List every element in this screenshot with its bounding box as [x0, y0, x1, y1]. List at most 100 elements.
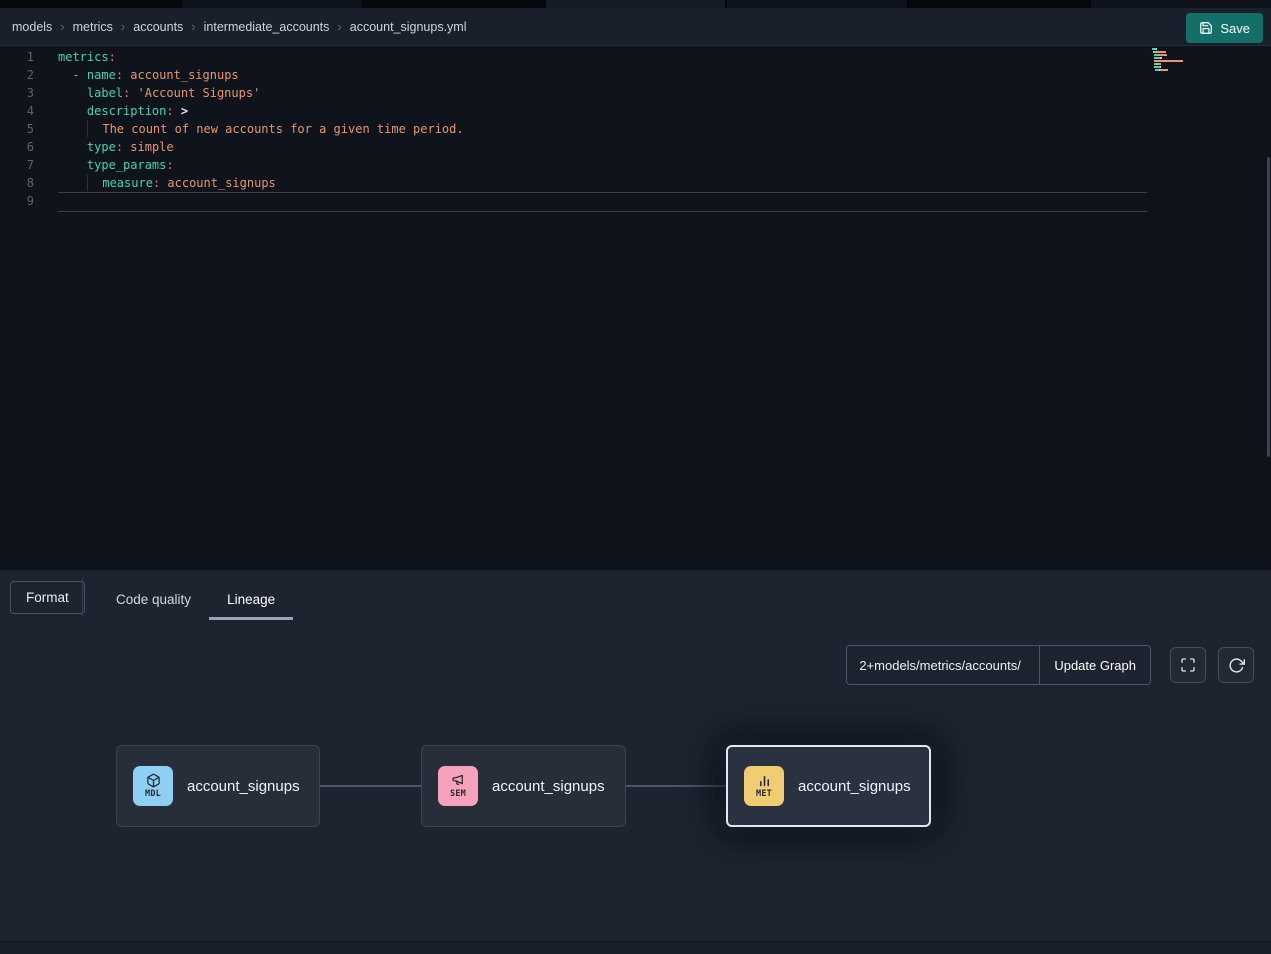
- code-token: -: [72, 68, 86, 82]
- lineage-node-mdl[interactable]: MDL account_signups: [116, 745, 320, 827]
- code-token: :: [166, 104, 173, 118]
- line-number: 5: [0, 120, 34, 138]
- line-number: 9: [0, 192, 34, 210]
- code-token: account_signups: [160, 176, 276, 190]
- code-token: measure: [102, 176, 153, 190]
- lineage-graph: MDL account_signups SEM account_signups MET a…: [0, 570, 1271, 954]
- node-badge-label: MET: [756, 789, 772, 799]
- code-token: [58, 176, 87, 190]
- code-token: type_params: [87, 158, 166, 172]
- code-text: description: >: [58, 102, 188, 120]
- code-line[interactable]: 5 The count of new accounts for a given …: [0, 120, 1271, 138]
- code-text: metrics:: [58, 48, 116, 66]
- editor-tab[interactable]: [0, 0, 180, 8]
- code-token: description: [87, 104, 166, 118]
- code-token: [58, 104, 87, 118]
- code-editor[interactable]: 1metrics:2 - name: account_signups3 labe…: [0, 46, 1271, 570]
- code-line[interactable]: 7 type_params:: [0, 156, 1271, 174]
- breadcrumb-item[interactable]: accounts: [133, 20, 183, 34]
- breadcrumb-item[interactable]: models: [12, 20, 52, 34]
- bottom-panel: Format Code quality Lineage Update Graph…: [0, 570, 1271, 954]
- breadcrumb-separator-icon: ›: [337, 19, 341, 34]
- node-label: account_signups: [492, 778, 605, 795]
- lineage-node-met[interactable]: MET account_signups: [726, 745, 931, 827]
- code-line[interactable]: 1 metrics:: [0, 48, 1271, 66]
- code-token: [58, 68, 72, 82]
- minimap-line: [1152, 48, 1214, 50]
- code-token: [58, 140, 87, 154]
- editor-tab[interactable]: [182, 0, 362, 8]
- minimap-line: [1152, 60, 1214, 62]
- code-text: The count of new accounts for a given ti…: [58, 120, 464, 138]
- code-token: metrics: [58, 50, 109, 64]
- line-number: 1: [0, 48, 34, 66]
- bar-chart-icon: MET: [744, 766, 784, 806]
- node-label: account_signups: [187, 778, 300, 795]
- footer-bar: [0, 941, 1271, 954]
- breadcrumb-bar: models › metrics › accounts › intermediate_acc…: [0, 8, 1271, 46]
- lineage-edge: [626, 785, 726, 787]
- line-number: 3: [0, 84, 34, 102]
- minimap-line: [1152, 57, 1214, 59]
- code-text: type: simple: [58, 138, 174, 156]
- line-number: 4: [0, 102, 34, 120]
- code-line[interactable]: 4 description: >: [0, 102, 1271, 120]
- minimap-line: [1152, 63, 1214, 65]
- code-token: :: [166, 158, 173, 172]
- code-line[interactable]: 6 type: simple: [0, 138, 1271, 156]
- code-token: :: [109, 50, 116, 64]
- code-line[interactable]: 3 label: 'Account Signups': [0, 84, 1271, 102]
- code-line[interactable]: 2 - name: account_signups: [0, 66, 1271, 84]
- code-token: :: [116, 68, 123, 82]
- minimap-line: [1152, 51, 1214, 53]
- code-token: simple: [123, 140, 174, 154]
- breadcrumb-separator-icon: ›: [60, 19, 64, 34]
- editor-tab-strip: [0, 0, 1271, 8]
- editor-tab[interactable]: [546, 0, 726, 8]
- cube-icon: MDL: [133, 766, 173, 806]
- code-line[interactable]: 8 measure: account_signups: [0, 174, 1271, 192]
- code-token: [58, 158, 87, 172]
- code-line[interactable]: 9: [0, 192, 1271, 210]
- line-number: 2: [0, 66, 34, 84]
- breadcrumb-item[interactable]: account_signups.yml: [350, 20, 467, 34]
- editor-tab[interactable]: [727, 0, 907, 8]
- code-token: [58, 86, 87, 100]
- node-label: account_signups: [798, 778, 911, 795]
- editor-tab[interactable]: [364, 0, 544, 8]
- breadcrumb-item[interactable]: intermediate_accounts: [204, 20, 330, 34]
- breadcrumb-separator-icon: ›: [121, 19, 125, 34]
- code-token: :: [116, 140, 123, 154]
- minimap[interactable]: [1152, 48, 1214, 75]
- code-token: 'Account Signups': [130, 86, 260, 100]
- code-token: [58, 122, 87, 136]
- code-token: name: [87, 68, 116, 82]
- code-text: measure: account_signups: [58, 174, 276, 192]
- code-lines: 1metrics:2 - name: account_signups3 labe…: [0, 46, 1271, 210]
- editor-tab[interactable]: [1091, 0, 1271, 8]
- code-token: [88, 176, 102, 190]
- minimap-line: [1152, 72, 1214, 74]
- minimap-line: [1152, 54, 1214, 56]
- lineage-node-sem[interactable]: SEM account_signups: [421, 745, 626, 827]
- code-text: type_params:: [58, 156, 174, 174]
- line-number: 6: [0, 138, 34, 156]
- breadcrumb: models › metrics › accounts › intermediate_acc…: [12, 19, 467, 34]
- node-badge-label: MDL: [145, 789, 161, 799]
- line-number: 7: [0, 156, 34, 174]
- megaphone-icon: SEM: [438, 766, 478, 806]
- line-number: 8: [0, 174, 34, 192]
- save-button[interactable]: Save: [1186, 13, 1263, 43]
- save-icon: [1199, 21, 1213, 35]
- breadcrumb-item[interactable]: metrics: [73, 20, 113, 34]
- editor-tab[interactable]: [909, 0, 1089, 8]
- code-token: type: [87, 140, 116, 154]
- code-token: The count of new accounts for a given ti…: [88, 122, 464, 136]
- code-token: label: [87, 86, 123, 100]
- code-token: account_signups: [123, 68, 239, 82]
- breadcrumb-separator-icon: ›: [191, 19, 195, 34]
- lineage-edge: [320, 785, 421, 787]
- minimap-line: [1152, 69, 1214, 71]
- editor-scrollbar[interactable]: [1267, 157, 1270, 457]
- node-badge-label: SEM: [450, 789, 466, 799]
